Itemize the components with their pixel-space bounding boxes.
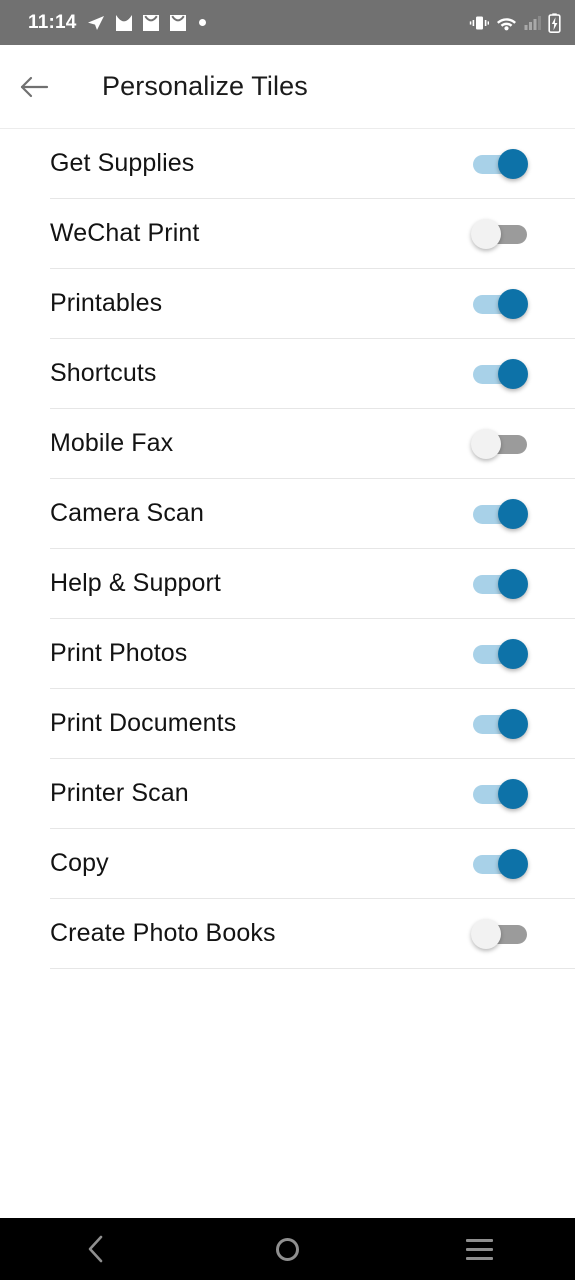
- switch-thumb: [498, 288, 528, 319]
- back-arrow-icon: [20, 76, 49, 97]
- tile-row[interactable]: Get Supplies: [50, 129, 575, 199]
- mail-icon: [115, 14, 132, 31]
- switch-thumb: [471, 428, 501, 459]
- app-bar: Personalize Tiles: [0, 45, 575, 129]
- status-clock: 11:14: [28, 12, 77, 33]
- wifi-icon: [497, 18, 516, 31]
- system-navigation-bar: [0, 1218, 575, 1280]
- tile-toggle-switch[interactable]: [471, 147, 529, 181]
- switch-thumb: [498, 148, 528, 179]
- tile-toggle-switch[interactable]: [471, 497, 529, 531]
- mail-icon: [142, 14, 159, 31]
- tile-label: Printer Scan: [50, 779, 189, 807]
- tile-label: Print Photos: [50, 639, 188, 667]
- page-title: Personalize Tiles: [102, 71, 308, 101]
- switch-thumb: [498, 638, 528, 669]
- tile-label: Shortcuts: [50, 359, 157, 387]
- tile-row[interactable]: Print Documents: [50, 689, 575, 759]
- switch-thumb: [498, 498, 528, 529]
- switch-thumb: [498, 708, 528, 739]
- tile-toggle-switch[interactable]: [471, 777, 529, 811]
- tile-toggle-switch[interactable]: [471, 707, 529, 741]
- tile-label: Copy: [50, 849, 109, 877]
- personalize-tiles-list: Get Supplies WeChat Print Printables Shortc…: [0, 129, 575, 1218]
- nav-home-button[interactable]: [247, 1218, 327, 1280]
- tile-row[interactable]: WeChat Print: [50, 199, 575, 269]
- vibrate-icon: [469, 16, 489, 29]
- tile-row[interactable]: Camera Scan: [50, 479, 575, 549]
- recents-menu-icon: [465, 1238, 493, 1260]
- mail-icon: [169, 14, 186, 31]
- battery-charging-icon: [548, 12, 561, 33]
- tile-label: Camera Scan: [50, 499, 204, 527]
- tile-toggle-switch[interactable]: [471, 637, 529, 671]
- tile-label: Mobile Fax: [50, 429, 174, 457]
- nav-recents-button[interactable]: [439, 1218, 519, 1280]
- tile-label: WeChat Print: [50, 219, 200, 247]
- tile-row[interactable]: Help & Support: [50, 549, 575, 619]
- signal-bars-icon: [524, 16, 541, 30]
- phone-screen: 11:14 Personalize Tiles Get Supplies WeC…: [0, 0, 575, 1280]
- tile-row[interactable]: Printer Scan: [50, 759, 575, 829]
- dot-indicator-icon: [198, 19, 206, 26]
- switch-thumb: [498, 568, 528, 599]
- status-bar-left: 11:14: [28, 13, 206, 33]
- status-bar: 11:14: [0, 0, 575, 45]
- switch-thumb: [471, 218, 501, 249]
- tile-label: Get Supplies: [50, 149, 195, 177]
- tile-row[interactable]: Create Photo Books: [50, 899, 575, 969]
- telegram-send-icon: [87, 15, 104, 30]
- back-chevron-icon: [88, 1235, 103, 1263]
- switch-thumb: [498, 358, 528, 389]
- tile-row[interactable]: Shortcuts: [50, 339, 575, 409]
- nav-back-button[interactable]: [56, 1218, 136, 1280]
- tile-row[interactable]: Printables: [50, 269, 575, 339]
- tile-toggle-switch[interactable]: [471, 217, 529, 251]
- tile-row[interactable]: Copy: [50, 829, 575, 899]
- switch-thumb: [498, 848, 528, 879]
- tile-toggle-switch[interactable]: [471, 357, 529, 391]
- switch-thumb: [471, 918, 501, 949]
- back-button[interactable]: [12, 64, 58, 110]
- tile-toggle-switch[interactable]: [471, 427, 529, 461]
- tile-toggle-switch[interactable]: [471, 567, 529, 601]
- tile-row[interactable]: Mobile Fax: [50, 409, 575, 479]
- home-circle-icon: [275, 1237, 299, 1261]
- tile-toggle-switch[interactable]: [471, 287, 529, 321]
- tile-label: Create Photo Books: [50, 919, 276, 947]
- tile-label: Print Documents: [50, 709, 237, 737]
- switch-thumb: [498, 778, 528, 809]
- tile-label: Help & Support: [50, 569, 221, 597]
- tile-label: Printables: [50, 289, 163, 317]
- tile-toggle-switch[interactable]: [471, 847, 529, 881]
- status-bar-right: [469, 12, 561, 33]
- tile-row[interactable]: Print Photos: [50, 619, 575, 689]
- tile-toggle-switch[interactable]: [471, 917, 529, 951]
